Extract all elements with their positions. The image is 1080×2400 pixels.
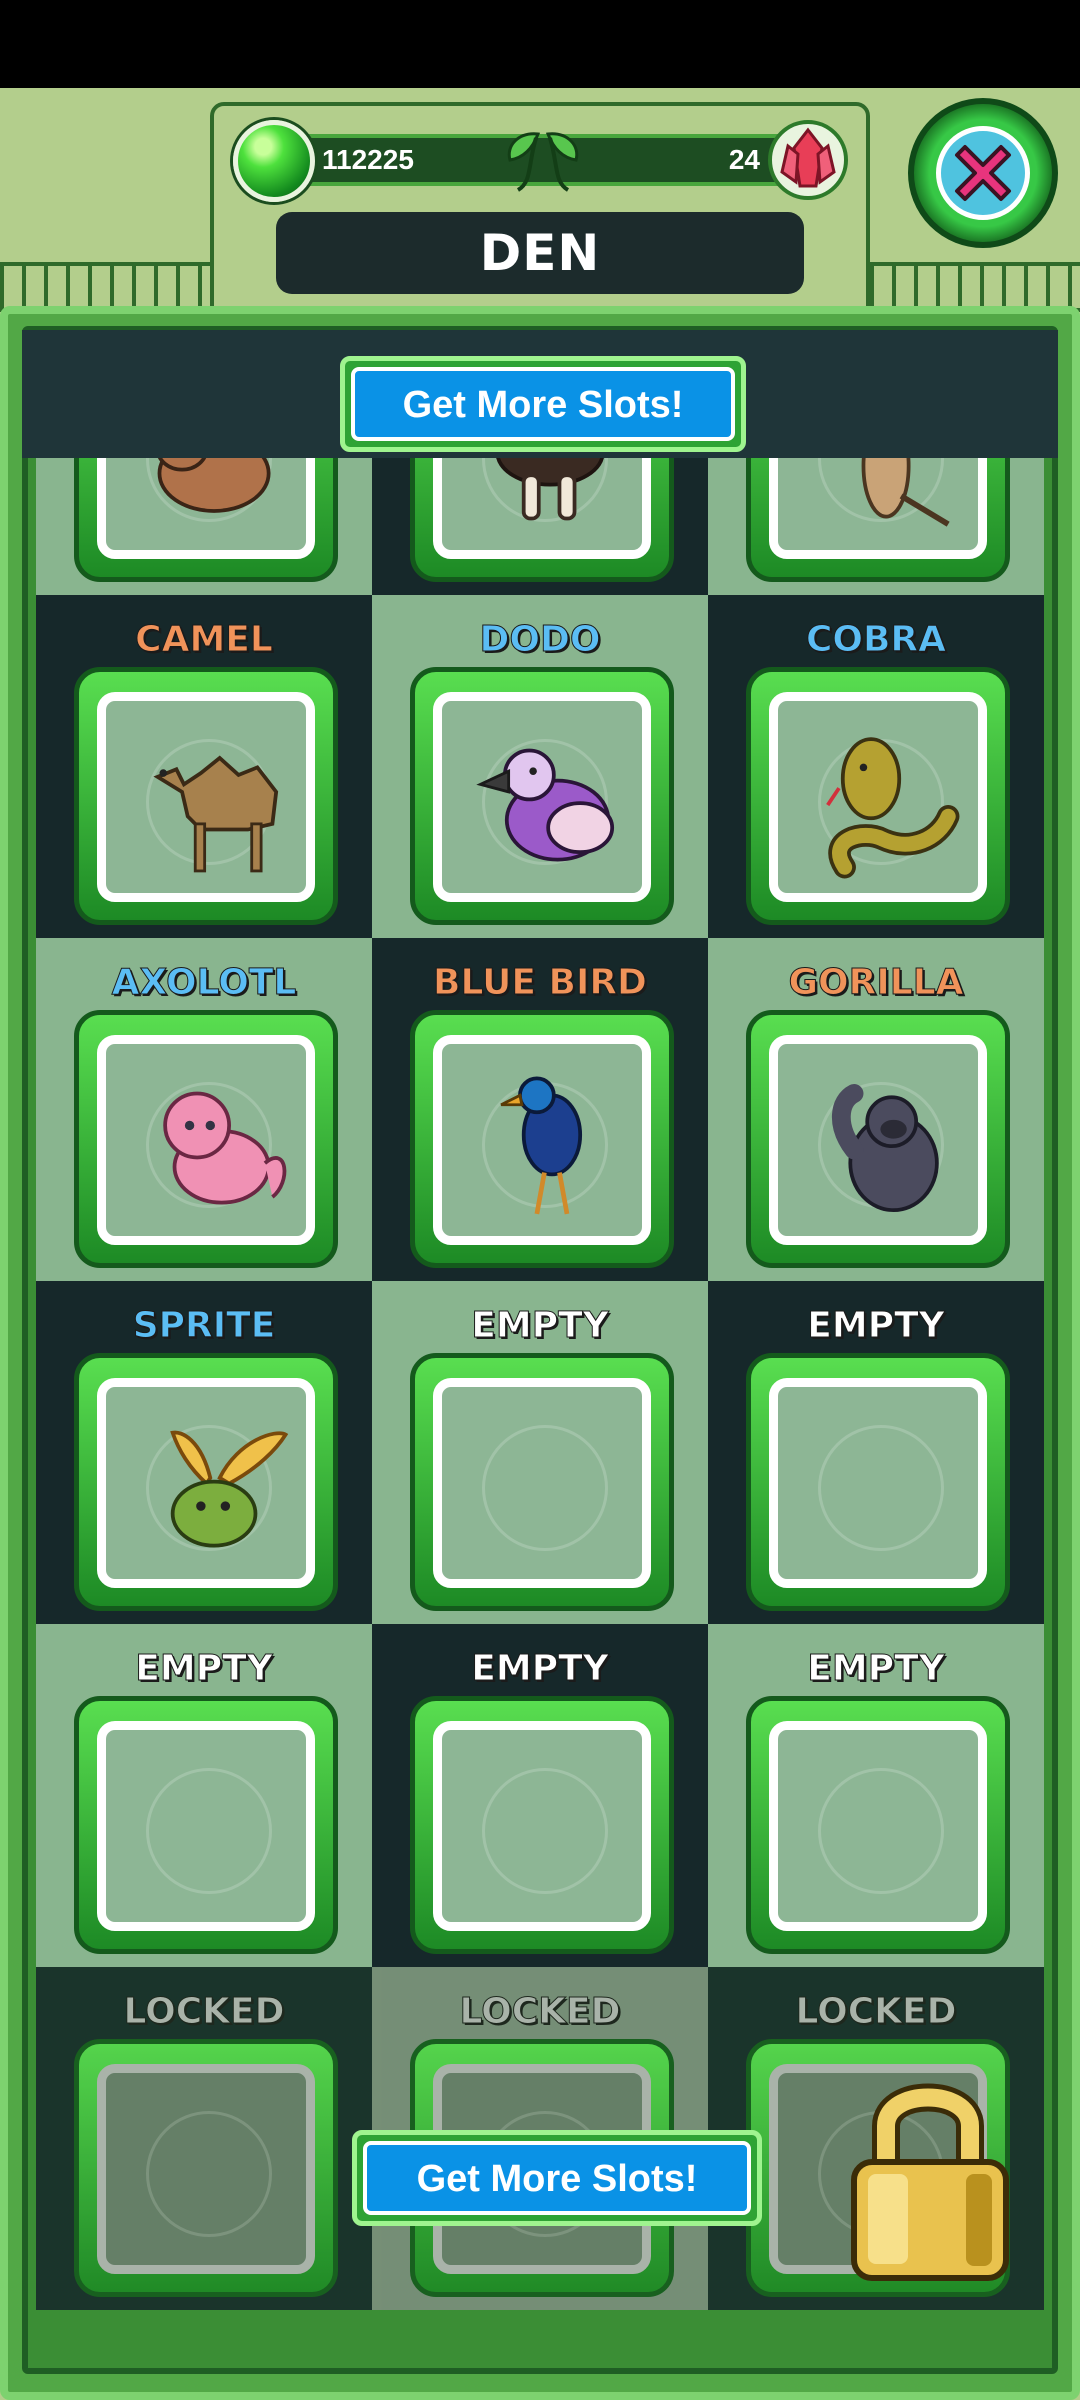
slot-frame[interactable]: [746, 667, 1010, 925]
slot-screen: [769, 692, 987, 902]
slot-frame[interactable]: [74, 458, 338, 582]
close-button-face[interactable]: [936, 126, 1030, 220]
slot-frame[interactable]: [746, 1353, 1010, 1611]
page-title: DEN: [276, 212, 804, 294]
slot-label: GORILLA: [788, 962, 964, 1004]
camel-icon: [153, 755, 279, 873]
padlock-icon: [851, 2083, 1009, 2281]
leaf-ornament-icon: [507, 132, 579, 192]
slot-label: EMPTY: [135, 1648, 273, 1690]
red-crystal-icon: [768, 120, 848, 200]
slot-frame[interactable]: [74, 1010, 338, 1268]
slot-frame[interactable]: [746, 458, 1010, 582]
critter-slot[interactable]: CAMEL: [36, 595, 372, 938]
slot-frame[interactable]: [74, 1353, 338, 1611]
slot-label: CAMEL: [135, 619, 274, 661]
critter-slot[interactable]: GORILLA: [708, 938, 1044, 1281]
meerkat-icon: [861, 458, 950, 527]
critter-slot[interactable]: [708, 458, 1044, 595]
slot-label: EMPTY: [471, 1648, 609, 1690]
critter-slot[interactable]: SPRITE: [36, 1281, 372, 1624]
slot-screen: [433, 692, 651, 902]
axolotl-icon: [163, 1091, 287, 1205]
get-more-slots-button[interactable]: Get More Slots!: [340, 356, 746, 452]
slot-screen: [97, 2064, 315, 2274]
slot-screen: [433, 1035, 651, 1245]
get-more-slots-label[interactable]: Get More Slots!: [351, 367, 735, 441]
slot-label: BLUE BIRD: [433, 962, 648, 1004]
fence-right: [870, 262, 1080, 312]
slot-frame[interactable]: [74, 1696, 338, 1954]
slot-label: DODO: [479, 619, 601, 661]
empty-slot[interactable]: EMPTY: [708, 1281, 1044, 1624]
capybara-icon: [157, 458, 271, 513]
fence-left: [0, 262, 210, 312]
slot-label: LOCKED: [123, 1991, 285, 2033]
critter-slot[interactable]: COBRA: [708, 595, 1044, 938]
slot-screen: [433, 1721, 651, 1931]
slot-screen: [433, 1378, 651, 1588]
slot-frame[interactable]: [410, 1353, 674, 1611]
green-gem-icon: [233, 120, 315, 202]
slot-frame[interactable]: [410, 458, 674, 582]
locked-slot[interactable]: LOCKED: [36, 1967, 372, 2310]
critter-slot[interactable]: BLUE BIRD: [372, 938, 708, 1281]
get-more-slots-button-bottom[interactable]: Get More Slots!: [352, 2130, 762, 2226]
critter-slot[interactable]: AXOLOTL: [36, 938, 372, 1281]
slot-screen: [97, 458, 315, 559]
slot-label: EMPTY: [807, 1305, 945, 1347]
slot-frame[interactable]: [410, 1696, 674, 1954]
slot-screen: [97, 692, 315, 902]
green-gem-count: 112225: [322, 144, 414, 175]
cobra-icon: [826, 737, 960, 879]
empty-slot[interactable]: EMPTY: [708, 1624, 1044, 1967]
dodo-icon: [476, 748, 615, 862]
slot-frame[interactable]: [410, 667, 674, 925]
slot-frame[interactable]: [746, 1010, 1010, 1268]
slot-screen: [769, 1378, 987, 1588]
empty-slot[interactable]: EMPTY: [372, 1624, 708, 1967]
close-button[interactable]: [908, 98, 1058, 248]
blue-bird-icon: [500, 1076, 583, 1215]
slot-label: EMPTY: [807, 1648, 945, 1690]
slot-frame[interactable]: [410, 1010, 674, 1268]
slot-screen: [97, 1378, 315, 1588]
slot-label: EMPTY: [471, 1305, 609, 1347]
slot-frame[interactable]: [74, 667, 338, 925]
slot-label: SPRITE: [132, 1305, 276, 1347]
slot-label: COBRA: [805, 619, 947, 661]
close-icon: [955, 145, 1011, 201]
critter-slot[interactable]: [372, 458, 708, 595]
slot-screen: [769, 458, 987, 559]
slot-frame[interactable]: [74, 2039, 338, 2297]
slot-screen: [97, 1035, 315, 1245]
slot-screen: [769, 1721, 987, 1931]
slot-grid[interactable]: CAMEL DODO COBRA AXOLOTL BLUE BIRD GORILLA SPR…: [36, 458, 1044, 2346]
slot-label: AXOLOTL: [111, 962, 297, 1004]
slot-label: LOCKED: [459, 1991, 621, 2033]
gorilla-icon: [831, 1084, 939, 1213]
slot-screen: [433, 458, 651, 559]
get-more-slots-label[interactable]: Get More Slots!: [363, 2141, 751, 2215]
critter-slot[interactable]: DODO: [372, 595, 708, 938]
critter-slot[interactable]: [36, 458, 372, 595]
empty-slot[interactable]: EMPTY: [372, 1281, 708, 1624]
slot-label: LOCKED: [795, 1991, 957, 2033]
ostrich-icon: [496, 458, 604, 521]
empty-slot[interactable]: EMPTY: [36, 1624, 372, 1967]
slot-screen: [97, 1721, 315, 1931]
slot-list: CAMEL DODO COBRA AXOLOTL BLUE BIRD GORILLA SPR…: [36, 458, 1044, 2310]
red-crystal-count: 24: [728, 144, 760, 175]
status-bar: [0, 0, 1080, 88]
slot-frame[interactable]: [746, 1696, 1010, 1954]
slot-screen: [769, 1035, 987, 1245]
sprite-icon: [170, 1430, 289, 1548]
